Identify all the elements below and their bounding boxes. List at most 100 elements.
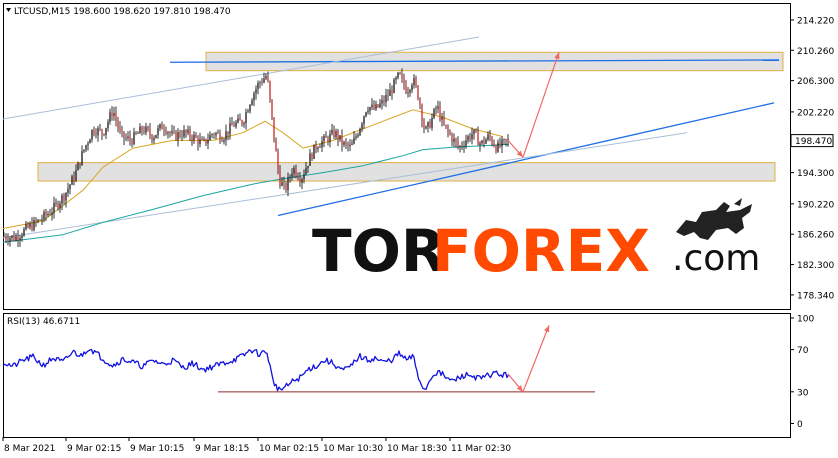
- candle-bar: [393, 77, 395, 94]
- watermark-dotcom: .com: [672, 238, 760, 279]
- candle-body-down: [405, 85, 407, 94]
- candle-body-up: [413, 77, 415, 86]
- candle-body-down: [285, 183, 287, 191]
- candle-body-up: [343, 141, 345, 145]
- candle-body-down: [169, 132, 171, 134]
- candle-body-up: [157, 128, 159, 135]
- candle-body-up: [433, 109, 435, 118]
- candle-bar: [175, 129, 177, 141]
- candle-body-up: [381, 99, 383, 104]
- candle-body-up: [389, 89, 391, 97]
- candle-body-up: [329, 133, 331, 143]
- price-tick-label: 182.300: [797, 261, 834, 271]
- candle-body-down: [399, 72, 401, 74]
- candle-body-up: [83, 149, 85, 152]
- candle-body-up: [425, 126, 427, 129]
- candle-body-down: [121, 130, 123, 132]
- candle-body-up: [61, 195, 63, 204]
- candle-body-down: [341, 135, 343, 145]
- candle-body-up: [437, 106, 439, 109]
- candle-body-up: [51, 212, 53, 215]
- candle-body-up: [155, 134, 157, 139]
- candle-body-down: [345, 141, 347, 144]
- candle-body-up: [249, 104, 251, 112]
- candle-body-up: [139, 126, 141, 134]
- candle-body-down: [489, 134, 491, 138]
- candle-body-up: [331, 130, 333, 134]
- candle-body-down: [495, 146, 497, 152]
- candle-body-up: [361, 123, 363, 129]
- candle-body-up: [435, 108, 437, 110]
- candle-body-down: [141, 126, 143, 132]
- candle-body-up: [125, 137, 127, 139]
- candle-body-up: [207, 140, 209, 144]
- candle-body-up: [349, 144, 351, 146]
- candle-body-up: [211, 134, 213, 135]
- price-tick-label: 210.260: [797, 47, 834, 57]
- candle-bar: [155, 134, 157, 139]
- candle-body-down: [445, 124, 447, 127]
- candle-body-up: [225, 131, 227, 140]
- time-tick-label: 10 Mar 02:15: [259, 444, 319, 454]
- candle-body-down: [269, 81, 271, 100]
- candle-body-up: [317, 147, 319, 150]
- candle-body-up: [257, 83, 259, 90]
- candle-body-up: [145, 126, 147, 133]
- candle-body-down: [499, 142, 501, 147]
- candle-body-up: [459, 146, 461, 147]
- candle-body-down: [239, 118, 241, 121]
- candle-body-down: [103, 133, 105, 135]
- candle-body-up: [265, 76, 267, 79]
- candle-body-up: [65, 192, 67, 201]
- candle-body-up: [485, 139, 487, 144]
- candle-body-down: [401, 73, 403, 78]
- candle-body-down: [387, 95, 389, 97]
- candle-body-up: [77, 162, 79, 171]
- candle-body-down: [195, 134, 197, 138]
- candle-bar: [433, 107, 435, 120]
- candle-bar: [273, 117, 275, 143]
- candle-body-down: [151, 135, 153, 141]
- candle-body-down: [421, 105, 423, 121]
- candle-body-down: [101, 129, 103, 134]
- rsi-tick-label: 0: [797, 420, 803, 430]
- candle-body-up: [409, 90, 411, 93]
- candle-body-up: [87, 143, 89, 146]
- candle-body-up: [177, 132, 179, 140]
- candle-body-up: [89, 139, 91, 144]
- candle-body-down: [221, 140, 223, 142]
- candle-body-down: [17, 236, 19, 241]
- candle-body-up: [105, 127, 107, 135]
- candle-body-down: [283, 182, 285, 184]
- rsi-tick-label: 70: [797, 346, 809, 356]
- candle-body-up: [363, 116, 365, 124]
- x-axis-layer: 8 Mar 2021 9 Mar 02:15 9 Mar 10:15 9 Mar 18…: [2, 437, 511, 454]
- candle-body-up: [359, 128, 361, 136]
- candle-body-up: [351, 143, 353, 145]
- candle-body-up: [183, 130, 185, 137]
- candle-body-down: [455, 138, 457, 142]
- candle-body-down: [439, 106, 441, 120]
- candle-body-up: [43, 211, 45, 220]
- candle-body-up: [127, 136, 129, 138]
- candle-body-up: [67, 188, 69, 193]
- candle-body-down: [13, 235, 15, 241]
- candle-body-down: [189, 129, 191, 138]
- candle-body-up: [91, 129, 93, 140]
- time-tick-label: 10 Mar 10:30: [323, 444, 383, 454]
- candle-body-down: [297, 175, 299, 179]
- candle-body-up: [441, 117, 443, 120]
- price-tick-label: 214.220: [797, 16, 834, 26]
- candle-bar: [77, 161, 79, 171]
- candle-body-up: [19, 237, 21, 241]
- symbol-quote-title: LTCUSD,M15 198.600 198.620 197.810 198.4…: [14, 7, 231, 17]
- candle-body-up: [75, 170, 77, 181]
- resistance-support-zone-1: [37, 162, 776, 182]
- candle-body-down: [49, 214, 51, 215]
- candle-body-up: [243, 123, 245, 125]
- candle-body-up: [289, 176, 291, 178]
- candle-body-down: [325, 136, 327, 138]
- price-tick-label: 194.300: [797, 169, 834, 179]
- candle-body-down: [273, 117, 275, 140]
- price-tick-label: 190.220: [797, 200, 834, 210]
